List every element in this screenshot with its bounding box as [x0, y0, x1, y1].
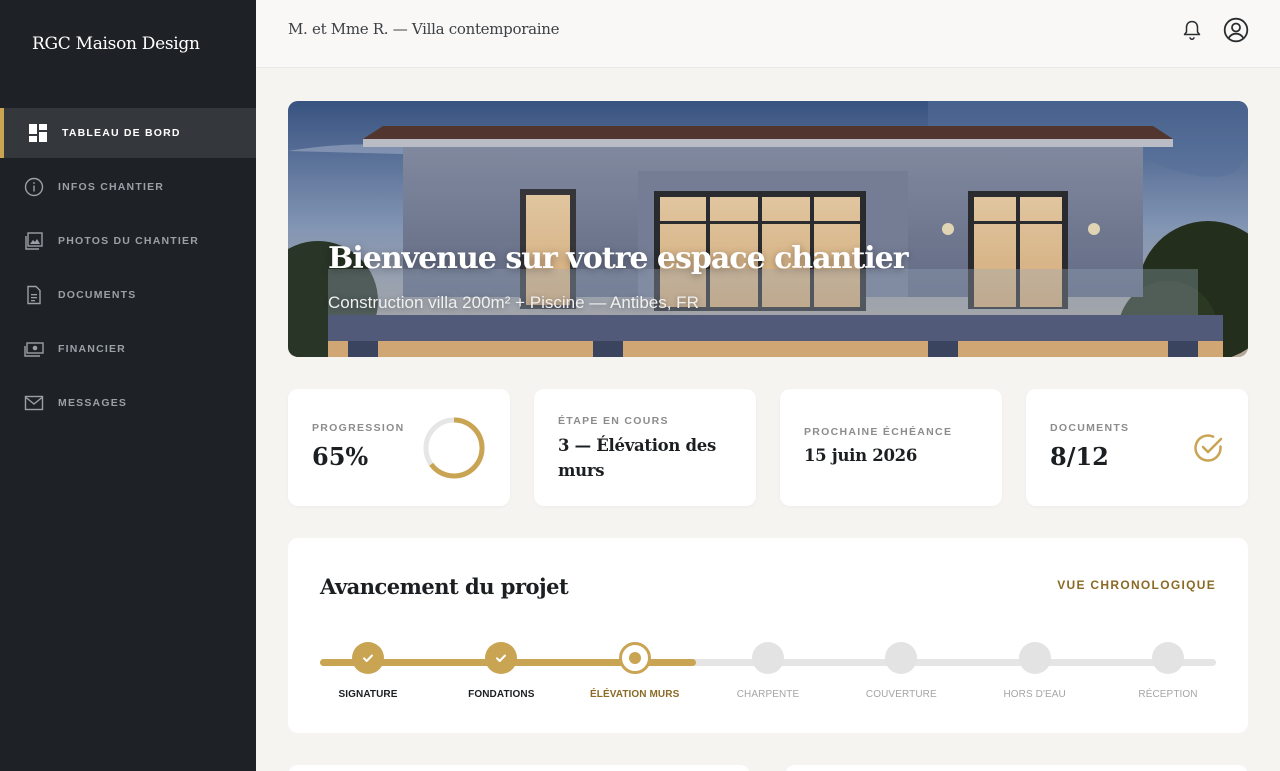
dashboard-icon — [28, 123, 48, 143]
user-icon[interactable] — [1223, 17, 1249, 43]
sidebar-item-photos[interactable]: PHOTOS DU CHANTIER — [0, 216, 256, 266]
panel-title: Avancement du projet — [320, 574, 569, 599]
timeline-step-label: SIGNATURE — [338, 689, 398, 700]
timeline-step[interactable]: COUVERTURE — [841, 642, 961, 700]
progress-card: PROGRESSION 65% — [288, 389, 510, 506]
documents-value: 8/12 — [1050, 442, 1109, 471]
mail-icon — [24, 393, 44, 413]
deadline-value: 15 juin 2026 — [804, 446, 918, 465]
progress-value: 65% — [312, 442, 369, 471]
sidebar-nav: TABLEAU DE BORD INFOS CHANTIER PHOTOS DU… — [0, 108, 256, 432]
money-icon — [24, 339, 44, 359]
next-panel-left — [288, 765, 750, 771]
sidebar-item-documents[interactable]: DOCUMENTS — [0, 270, 256, 320]
villa-photo — [288, 101, 1248, 357]
project-progress-panel: Avancement du projet VUE CHRONOLOGIQUE S… — [288, 538, 1248, 733]
timeline-step-label: HORS D'EAU — [1003, 689, 1066, 700]
documents-label: DOCUMENTS — [1050, 422, 1130, 434]
brand-logo[interactable]: RGC Maison Design — [32, 34, 200, 54]
sidebar: RGC Maison Design TABLEAU DE BORD INFOS … — [0, 0, 256, 771]
timeline-step[interactable]: CHARPENTE — [708, 642, 828, 700]
bell-icon[interactable] — [1179, 17, 1205, 43]
sidebar-item-label: INFOS CHANTIER — [58, 181, 165, 193]
check-circle-icon — [1194, 434, 1223, 462]
check-icon — [352, 642, 384, 674]
step-dot — [1018, 642, 1051, 674]
sidebar-item-label: TABLEAU DE BORD — [62, 127, 181, 139]
timeline-step[interactable]: FONDATIONS — [441, 642, 561, 700]
sidebar-item-label: FINANCIER — [58, 343, 126, 355]
step-dot — [1152, 642, 1184, 674]
hero-banner: Bienvenue sur votre espace chantier Cons… — [288, 101, 1248, 357]
hero-subtitle: Construction villa 200m² + Piscine — Ant… — [328, 293, 699, 312]
step-dot — [885, 642, 918, 674]
timeline-step-label: ÉLÉVATION MURS — [589, 689, 680, 700]
sidebar-item-label: PHOTOS DU CHANTIER — [58, 235, 199, 247]
progress-label: PROGRESSION — [312, 422, 405, 434]
timeline-step-label: FONDATIONS — [468, 689, 535, 700]
check-icon — [485, 642, 518, 674]
progress-ring — [423, 417, 485, 479]
deadline-card: PROCHAINE ÉCHÉANCE 15 juin 2026 — [780, 389, 1002, 506]
sidebar-item-label: MESSAGES — [58, 397, 128, 409]
step-dot — [752, 642, 784, 674]
timeline-step[interactable]: ÉLÉVATION MURS — [575, 642, 695, 700]
top-header: M. et Mme R. — Villa contemporaine — [256, 0, 1280, 68]
stage-card: ÉTAPE EN COURS 3 — Élévation des murs — [534, 389, 756, 506]
hero-title: Bienvenue sur votre espace chantier — [328, 241, 909, 276]
chronology-view-link[interactable]: VUE CHRONOLOGIQUE — [1057, 578, 1216, 592]
sidebar-item-financier[interactable]: FINANCIER — [0, 324, 256, 374]
timeline-step[interactable]: HORS D'EAU — [975, 642, 1095, 700]
stage-label: ÉTAPE EN COURS — [558, 415, 669, 427]
timeline-step-label: COUVERTURE — [865, 689, 937, 700]
photos-icon — [24, 231, 44, 251]
documents-card: DOCUMENTS 8/12 — [1026, 389, 1248, 506]
sidebar-item-messages[interactable]: MESSAGES — [0, 378, 256, 428]
timeline-step[interactable]: RÉCEPTION — [1108, 642, 1228, 700]
sidebar-item-infos-chantier[interactable]: INFOS CHANTIER — [0, 162, 256, 212]
timeline-step-label: RÉCEPTION — [1138, 689, 1198, 700]
stage-value: 3 — Élévation des murs — [558, 436, 716, 480]
step-dot — [618, 642, 651, 674]
deadline-label: PROCHAINE ÉCHÉANCE — [804, 426, 953, 438]
next-panel-right — [785, 765, 1248, 771]
info-icon — [24, 177, 44, 197]
timeline-step-label: CHARPENTE — [736, 689, 800, 700]
client-project-title: M. et Mme R. — Villa contemporaine — [288, 20, 560, 38]
timeline-step[interactable]: SIGNATURE — [308, 642, 428, 700]
sidebar-item-label: DOCUMENTS — [58, 289, 137, 301]
document-icon — [24, 285, 44, 305]
sidebar-item-dashboard[interactable]: TABLEAU DE BORD — [0, 108, 256, 158]
